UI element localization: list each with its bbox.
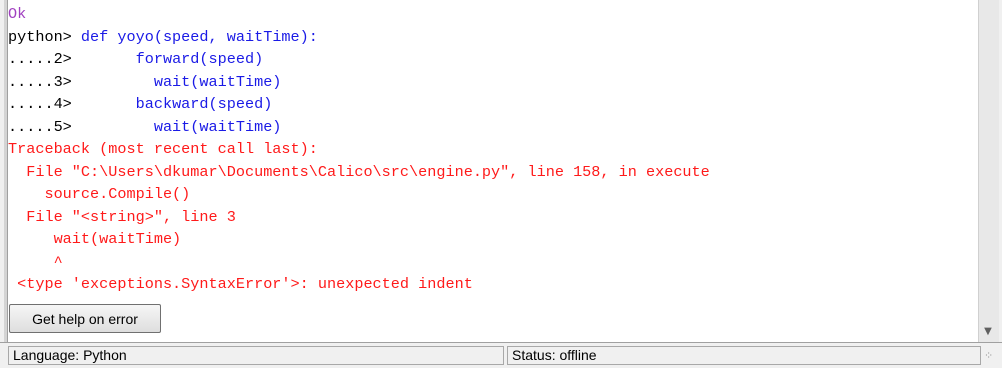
calico-shell-window: Ok python> def yoyo(speed, waitTime):....… (0, 0, 1002, 368)
console-line-text: Ok (8, 5, 27, 23)
scroll-down-arrow-icon[interactable]: ▼ (979, 322, 997, 340)
console-line: File "C:\Users\dkumar\Documents\Calico\s… (8, 161, 710, 184)
console-prompt: .....2> (8, 50, 136, 68)
console-line-text: File "<string>", line 3 (8, 207, 236, 226)
console-line: wait(waitTime) (8, 228, 710, 251)
console-line-text: ^ (8, 252, 63, 271)
get-help-on-error-button[interactable]: Get help on error (9, 304, 161, 333)
console-prompt: .....3> (8, 72, 154, 91)
console-prompt: .....5> (8, 117, 154, 136)
console-prompt: python> (8, 27, 81, 46)
console-line: .....2> forward(speed) (8, 48, 710, 71)
console-line: Traceback (most recent call last): (8, 138, 710, 161)
output-console[interactable]: Ok python> def yoyo(speed, waitTime):....… (8, 0, 978, 342)
vertical-scrollbar[interactable] (978, 0, 999, 342)
console-line-text: forward(speed) (135, 50, 264, 68)
console-line-text: backward(speed) (135, 95, 273, 113)
console-line-text: source.Compile() (8, 185, 191, 203)
status-bar: Language: Python Status: offline (0, 342, 1002, 368)
console-line-text: <type 'exceptions.SyntaxError'>: unexpec… (8, 275, 473, 293)
language-status: Language: Python (8, 346, 504, 365)
console-line-text: wait(waitTime) (153, 72, 282, 91)
console-line: source.Compile() (8, 183, 710, 206)
console-line-text: Traceback (most recent call last): (8, 140, 318, 158)
console-line-text: wait(waitTime) (8, 230, 182, 248)
console-text: Ok python> def yoyo(speed, waitTime):....… (8, 3, 710, 296)
console-line: .....3> wait(waitTime) (8, 71, 710, 94)
console-line: Ok (8, 3, 710, 26)
console-line-text: def yoyo(speed, waitTime): (80, 27, 318, 46)
console-prompt: .....4> (8, 95, 136, 113)
connection-status: Status: offline (507, 346, 981, 365)
console-line: File "<string>", line 3 (8, 206, 710, 229)
resize-grip-icon[interactable]: ⁘ (984, 349, 998, 363)
console-line-text: File "C:\Users\dkumar\Documents\Calico\s… (8, 162, 710, 181)
console-line: <type 'exceptions.SyntaxError'>: unexpec… (8, 273, 710, 296)
console-line: .....5> wait(waitTime) (8, 116, 710, 139)
console-line: python> def yoyo(speed, waitTime): (8, 26, 710, 49)
console-line: ^ (8, 251, 710, 274)
console-line-text: wait(waitTime) (153, 117, 282, 136)
console-line: .....4> backward(speed) (8, 93, 710, 116)
